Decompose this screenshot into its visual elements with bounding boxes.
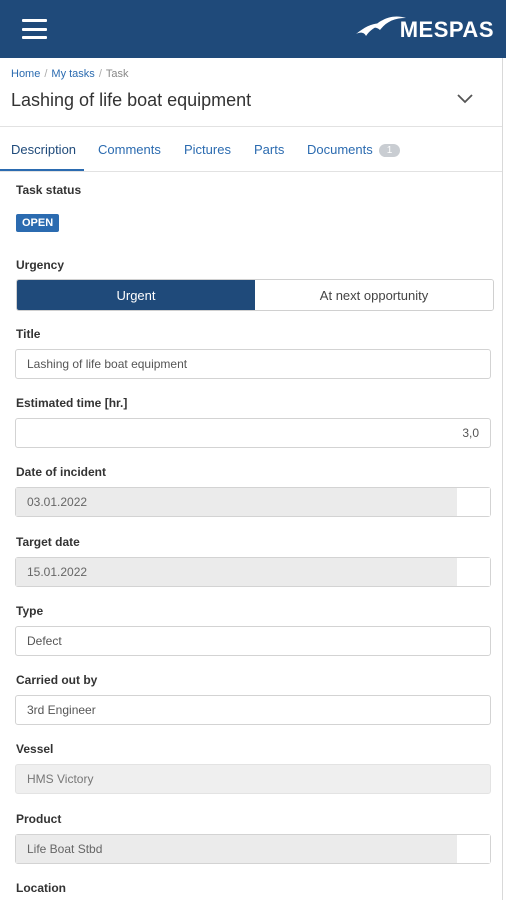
tab-documents[interactable]: Documents 1 — [307, 142, 401, 157]
carried-out-by-label: Carried out by — [16, 673, 98, 687]
logo-text: MESPAS — [399, 17, 494, 42]
product-label: Product — [16, 812, 62, 826]
mespas-logo: MESPAS — [354, 12, 494, 48]
breadcrumb-my-tasks[interactable]: My tasks — [51, 68, 94, 80]
urgency-label: Urgency — [16, 258, 65, 272]
tab-pictures[interactable]: Pictures — [184, 142, 231, 157]
chevron-down-icon[interactable] — [456, 92, 474, 106]
right-divider — [502, 58, 503, 900]
type-select[interactable]: Defect — [15, 626, 491, 656]
urgency-option-urgent[interactable]: Urgent — [17, 280, 255, 310]
vessel-label: Vessel — [16, 742, 54, 756]
task-status-label: Task status — [16, 183, 82, 197]
date-of-incident-picker-button[interactable] — [457, 488, 490, 516]
seagull-logo-icon — [355, 16, 406, 36]
date-of-incident-label: Date of incident — [16, 465, 107, 479]
breadcrumb-current: Task — [105, 68, 129, 80]
estimated-time-label: Estimated time [hr.] — [16, 396, 128, 410]
location-label: Location — [16, 881, 66, 895]
date-of-incident-field: 03.01.2022 — [15, 487, 491, 517]
estimated-time-input[interactable]: 3,0 — [15, 418, 491, 448]
carried-out-by-select[interactable]: 3rd Engineer — [15, 695, 491, 725]
tabs-divider — [0, 171, 502, 172]
tab-parts[interactable]: Parts — [254, 142, 284, 157]
documents-count-badge: 1 — [378, 144, 401, 157]
target-date-field: 15.01.2022 — [15, 557, 491, 587]
title-input[interactable]: Lashing of life boat equipment — [15, 349, 491, 379]
urgency-toggle: Urgent At next opportunity — [16, 279, 494, 311]
status-badge: OPEN — [16, 214, 60, 232]
product-field: Life Boat Stbd — [15, 834, 491, 864]
top-bar: MESPAS — [0, 0, 506, 58]
breadcrumb-home[interactable]: Home — [11, 68, 40, 80]
tab-description[interactable]: Description — [11, 142, 76, 157]
menu-icon[interactable] — [22, 19, 47, 39]
breadcrumb: Home / My tasks / Task — [11, 68, 129, 80]
product-picker-button[interactable] — [457, 835, 490, 863]
vessel-field: HMS Victory — [15, 764, 491, 794]
page-title: Lashing of life boat equipment — [11, 90, 252, 110]
target-date-value: 15.01.2022 — [16, 558, 457, 586]
title-label: Title — [16, 327, 41, 341]
tab-comments[interactable]: Comments — [98, 142, 161, 157]
target-date-picker-button[interactable] — [457, 558, 490, 586]
product-value: Life Boat Stbd — [16, 835, 457, 863]
date-of-incident-value: 03.01.2022 — [16, 488, 457, 516]
header-divider — [0, 126, 502, 127]
tab-documents-label: Documents — [307, 142, 373, 157]
tab-bar: Description Comments Pictures Parts Docu… — [0, 138, 502, 172]
type-label: Type — [16, 604, 44, 618]
urgency-option-next-opportunity[interactable]: At next opportunity — [255, 280, 493, 310]
target-date-label: Target date — [16, 535, 80, 549]
